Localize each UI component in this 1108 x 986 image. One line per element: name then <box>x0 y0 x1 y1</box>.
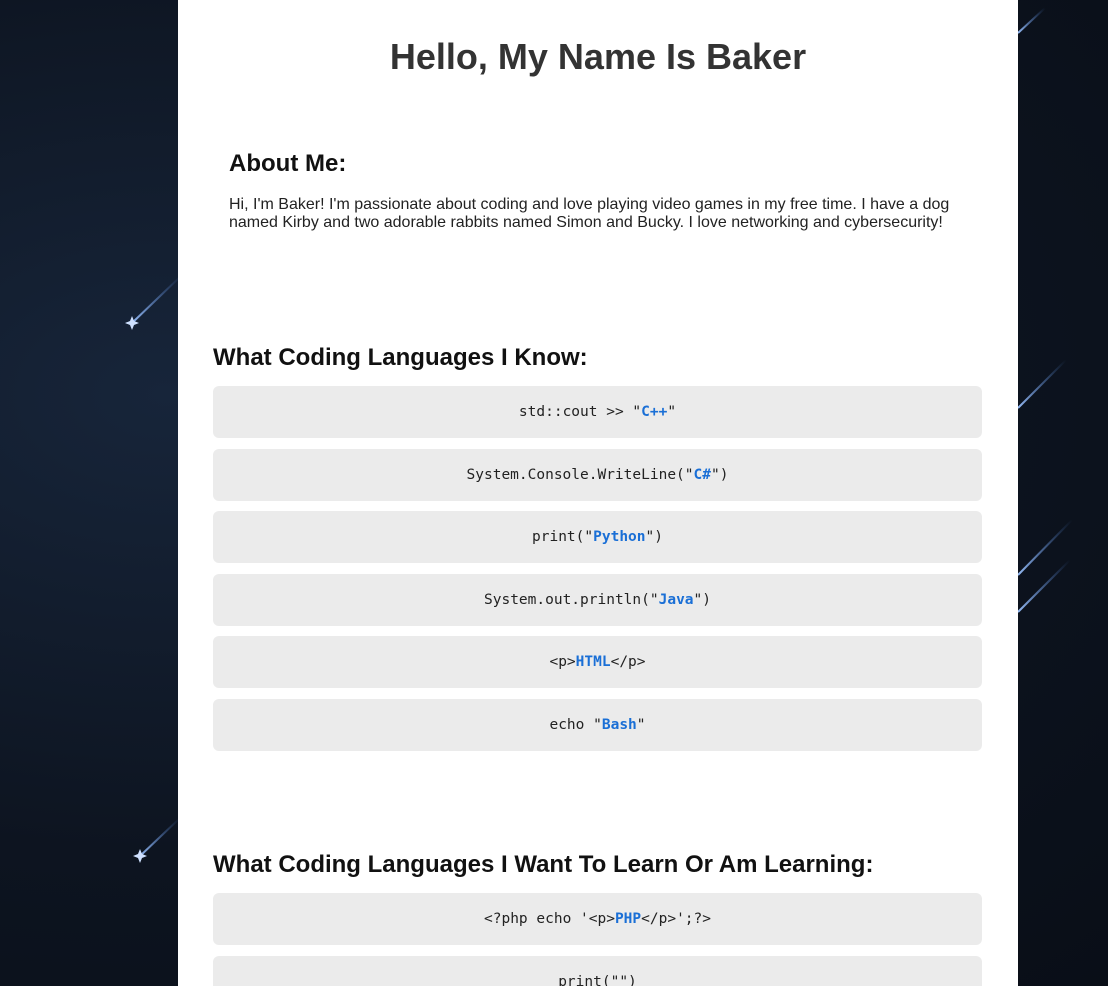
language-name: Bash <box>601 716 637 733</box>
learning-languages-list: <?php echo '<p> PHP </p>';?> print(" ") <box>213 893 982 986</box>
code-suffix: " <box>636 716 646 733</box>
code-prefix: std::cout >> " <box>518 404 642 420</box>
language-item-csharp: System.Console.WriteLine(" C# ") <box>213 448 982 501</box>
code-prefix: <p> <box>549 654 576 670</box>
code-prefix: System.Console.WriteLine(" <box>466 466 694 483</box>
about-heading: About Me: <box>229 150 347 177</box>
language-name: Python <box>593 529 646 545</box>
language-name: C++ <box>641 404 668 420</box>
code-prefix: print(" <box>558 973 620 986</box>
code-prefix: System.out.println(" <box>484 591 659 608</box>
language-item-python: print(" Python ") <box>213 511 982 563</box>
language-name: C# <box>693 466 711 483</box>
language-name: PHP <box>614 911 642 927</box>
code-suffix: ") <box>710 466 729 483</box>
code-prefix: echo " <box>549 716 602 733</box>
language-item-partial: print(" ") <box>213 955 982 986</box>
known-languages-heading: What Coding Languages I Know: <box>213 344 588 371</box>
main-content-card: Hello, My Name Is Baker About Me: Hi, I'… <box>178 0 1018 986</box>
known-languages-list: std::cout >> " C++ " System.Console.WriteL… <box>213 386 982 751</box>
language-name: HTML <box>575 654 611 670</box>
language-item-php: <?php echo '<p> PHP </p>';?> <box>213 893 982 945</box>
learning-languages-heading: What Coding Languages I Want To Learn Or… <box>213 851 874 878</box>
code-suffix: ") <box>645 529 663 545</box>
learning-languages-section: What Coding Languages I Want To Learn Or… <box>213 851 982 986</box>
code-suffix: " <box>667 404 677 420</box>
about-section: About Me: Hi, I'm Baker! I'm passionate … <box>229 150 969 232</box>
code-suffix: ") <box>619 973 637 986</box>
code-prefix: print(" <box>532 529 594 545</box>
language-item-html: <p> HTML </p> <box>213 636 982 688</box>
language-item-bash: echo " Bash " <box>213 698 982 751</box>
code-suffix: ") <box>693 591 711 608</box>
code-suffix: </p>';?> <box>641 911 711 927</box>
page-title: Hello, My Name Is Baker <box>389 36 807 77</box>
language-item-java: System.out.println(" Java ") <box>213 573 982 626</box>
about-text: Hi, I'm Baker! I'm passionate about codi… <box>229 196 950 231</box>
language-item-cpp: std::cout >> " C++ " <box>213 386 982 438</box>
code-prefix: <?php echo '<p> <box>484 911 615 927</box>
language-name: Java <box>658 591 694 608</box>
known-languages-section: What Coding Languages I Know: std::cout … <box>213 344 982 761</box>
code-suffix: </p> <box>610 654 646 670</box>
